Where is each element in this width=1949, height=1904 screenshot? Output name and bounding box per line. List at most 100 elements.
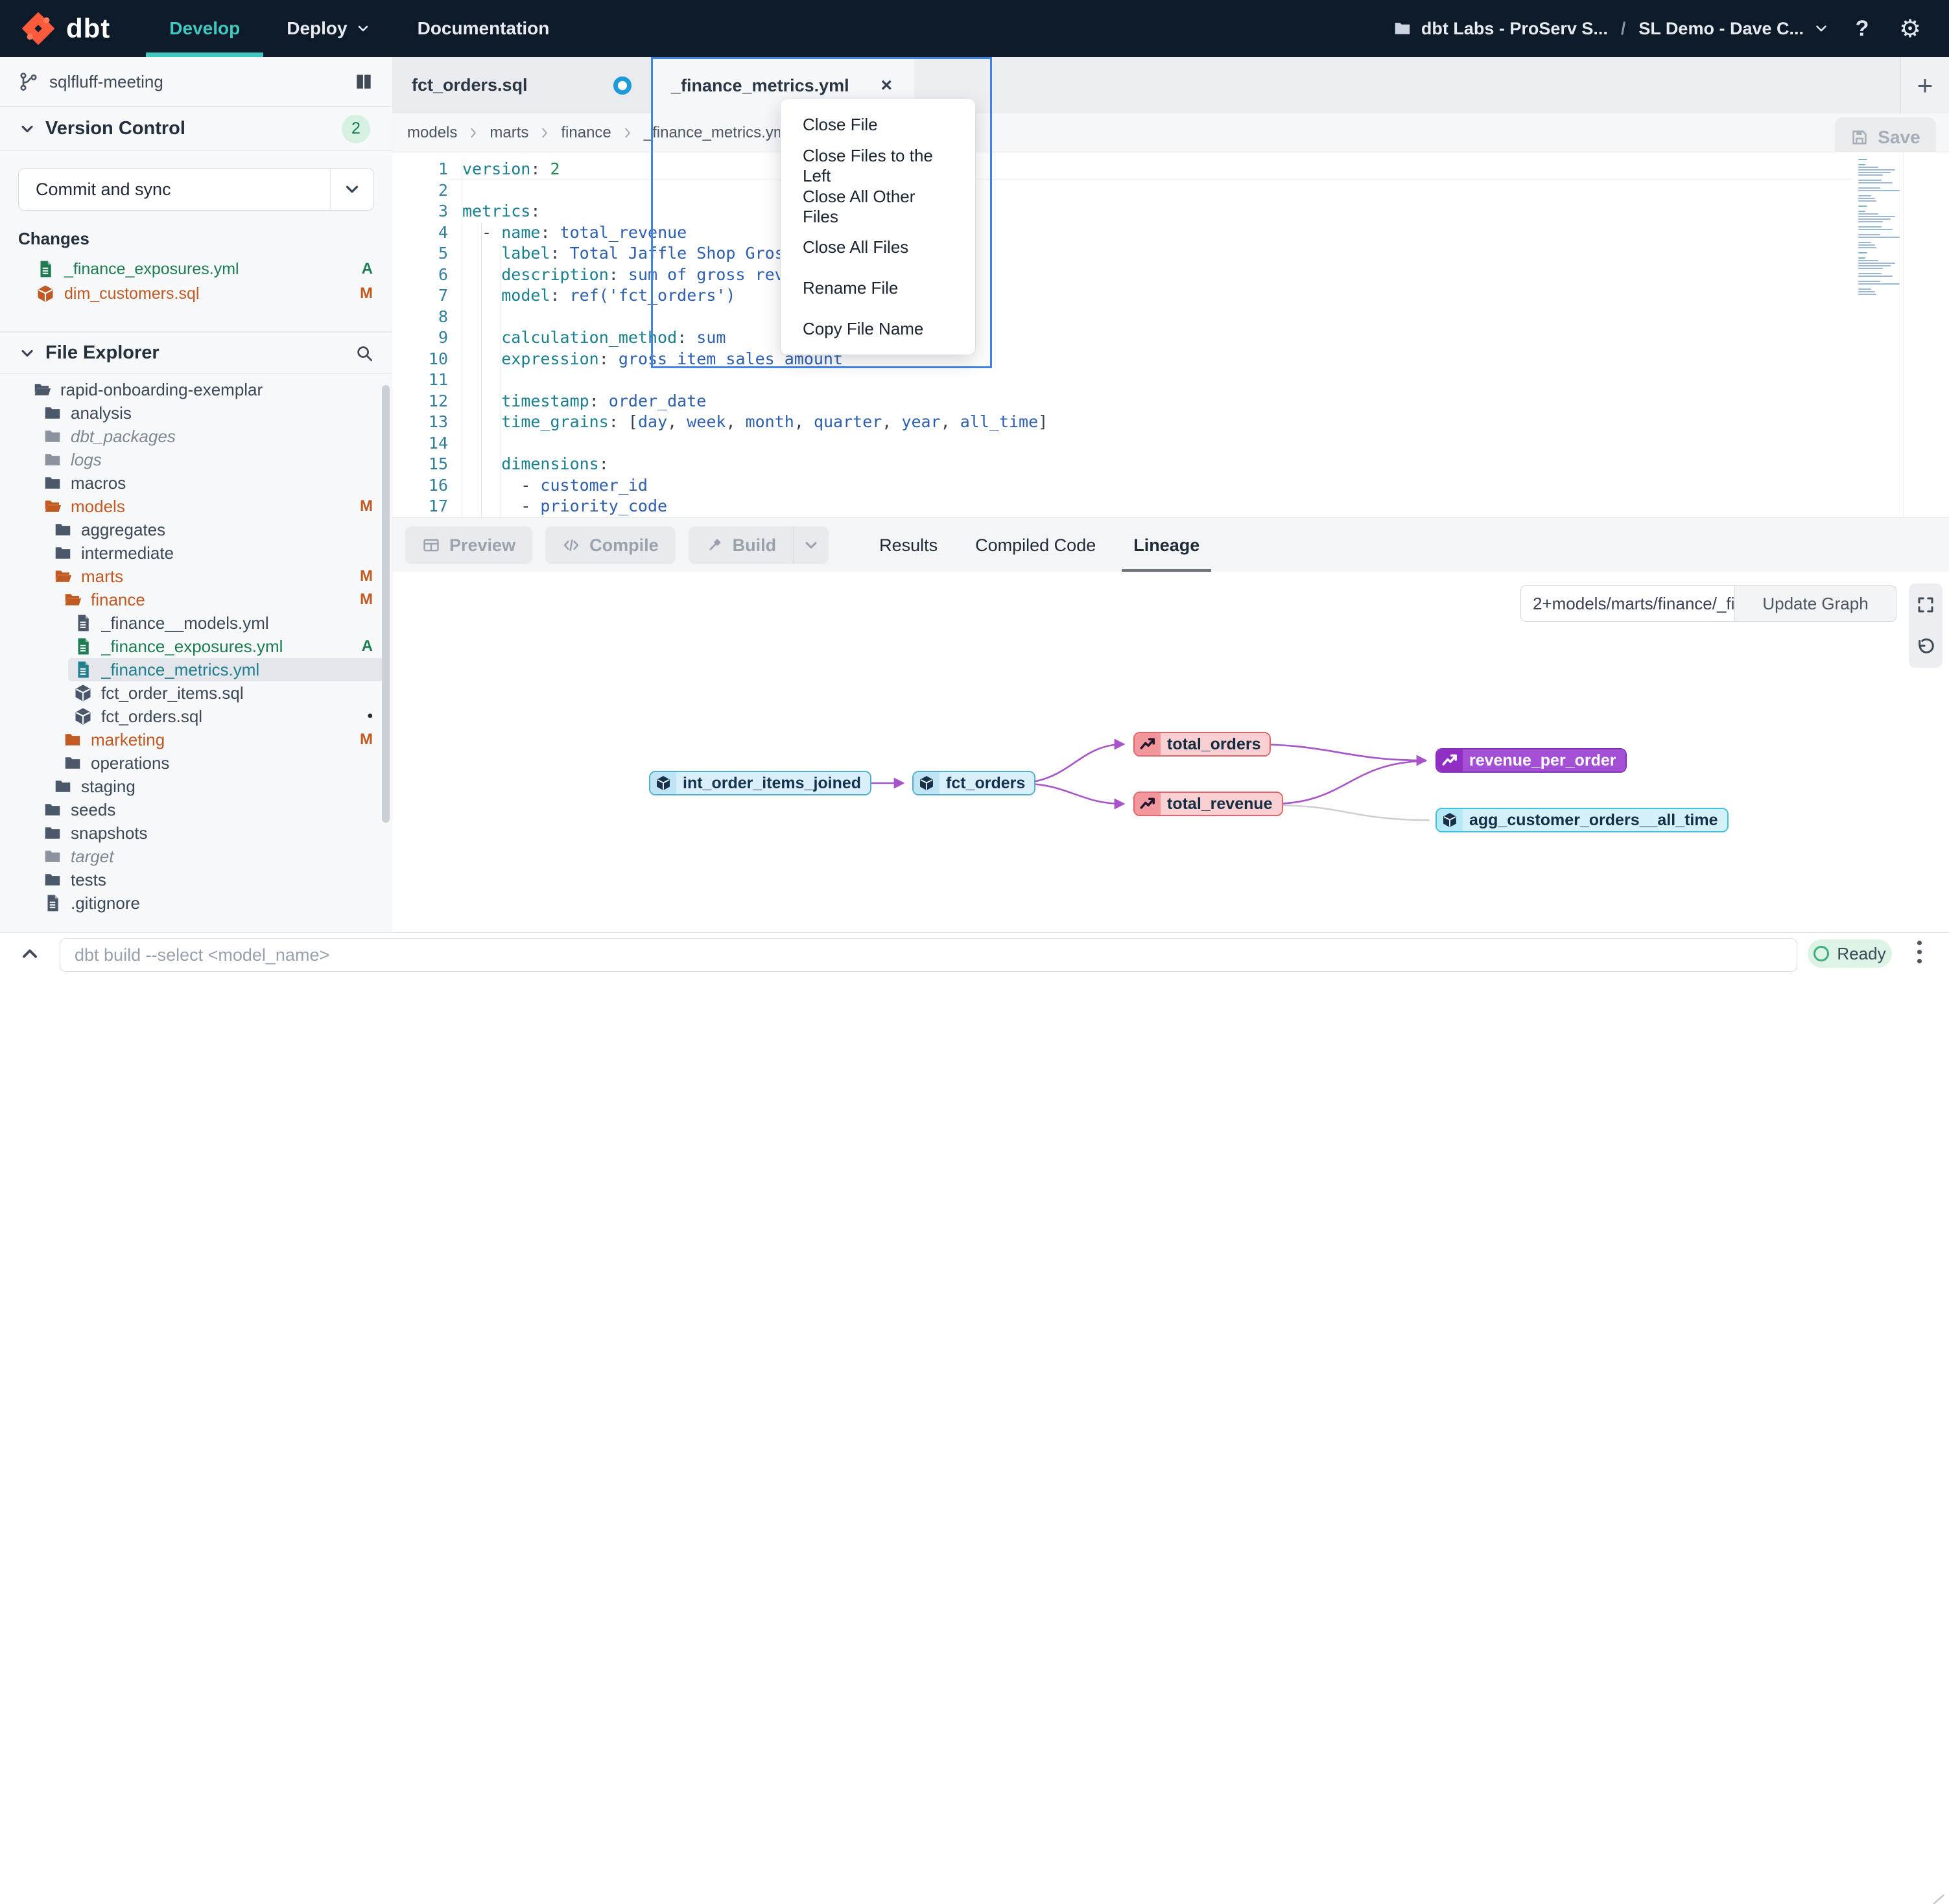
- changed-file-_finance_exposures.yml[interactable]: _finance_exposures.ymlA: [0, 257, 392, 281]
- tree-item-label: target: [71, 847, 373, 867]
- tree-item-_finance_exposures.yml[interactable]: _finance_exposures.ymlA: [0, 635, 392, 658]
- tab-fct-orders[interactable]: fct_orders.sql: [392, 57, 652, 113]
- fullscreen-icon[interactable]: [1916, 595, 1935, 615]
- code-line-6[interactable]: 6 description: sum of gross revenue: [392, 264, 1949, 286]
- tree-item-marts[interactable]: martsM: [0, 565, 392, 588]
- changed-file-dim_customers.sql[interactable]: dim_customers.sqlM: [0, 281, 392, 306]
- code-line-2[interactable]: 2: [392, 180, 1949, 202]
- lineage-node-total_revenue[interactable]: total_revenue: [1133, 792, 1283, 816]
- breadcrumb-item[interactable]: marts: [490, 124, 528, 142]
- tree-item-models[interactable]: modelsM: [0, 495, 392, 518]
- context-menu-item-close-all-other-files[interactable]: Close All Other Files: [781, 186, 975, 227]
- breadcrumb-item[interactable]: _finance_metrics.yml: [644, 124, 790, 142]
- lineage-node-total_orders[interactable]: total_orders: [1133, 732, 1271, 757]
- code-minimap[interactable]: [1858, 159, 1900, 299]
- code-line-10[interactable]: 10 expression: gross_item_sales_amount: [392, 349, 1949, 370]
- expand-panel-chevron-icon[interactable]: [18, 942, 41, 965]
- commit-and-sync-button[interactable]: Commit and sync: [18, 168, 374, 211]
- tree-item-staging[interactable]: staging: [0, 775, 392, 798]
- code-line-13[interactable]: 13 time_grains: [day, week, month, quart…: [392, 412, 1949, 433]
- breadcrumb-item[interactable]: finance: [561, 124, 611, 142]
- tree-item-snapshots[interactable]: snapshots: [0, 821, 392, 845]
- panel-tab-lineage[interactable]: Lineage: [1133, 518, 1199, 572]
- compile-button[interactable]: Compile: [545, 526, 676, 564]
- resize-handle[interactable]: [1932, 1894, 1945, 1904]
- update-graph-button[interactable]: Update Graph: [1734, 585, 1896, 622]
- lineage-canvas[interactable]: int_order_items_joined fct_orders total_or…: [392, 572, 1949, 932]
- code-line-14[interactable]: 14: [392, 433, 1949, 454]
- file-explorer-header[interactable]: File Explorer: [0, 332, 392, 374]
- context-menu-item-rename-file[interactable]: Rename File: [781, 268, 975, 309]
- tree-item-dbt_packages[interactable]: dbt_packages: [0, 425, 392, 448]
- lineage-node-fct_orders[interactable]: fct_orders: [912, 771, 1035, 795]
- hammer-icon: [705, 536, 724, 554]
- code-line-12[interactable]: 12 timestamp: order_date: [392, 391, 1949, 412]
- new-tab-button[interactable]: +: [1900, 57, 1949, 113]
- tree-item-_finance__models.yml[interactable]: _finance__models.yml: [0, 611, 392, 635]
- help-icon[interactable]: ?: [1847, 13, 1878, 44]
- reset-view-icon[interactable]: [1916, 637, 1935, 657]
- dbt-command-input[interactable]: dbt build --select <model_name>: [60, 938, 1797, 972]
- tree-item-rapid-onboarding-exemplar[interactable]: rapid-onboarding-exemplar: [0, 378, 392, 401]
- code-line-17[interactable]: 17 - priority_code: [392, 496, 1949, 517]
- close-tab-icon[interactable]: ×: [878, 75, 895, 97]
- code-line-8[interactable]: 8: [392, 307, 1949, 328]
- tree-item-intermediate[interactable]: intermediate: [0, 541, 392, 565]
- code-line-11[interactable]: 11: [392, 370, 1949, 391]
- tree-item-tests[interactable]: tests: [0, 868, 392, 891]
- tree-item-.gitignore[interactable]: .gitignore: [0, 891, 392, 915]
- context-menu-item-close-all-files[interactable]: Close All Files: [781, 227, 975, 268]
- search-icon[interactable]: [355, 344, 374, 363]
- tree-item-macros[interactable]: macros: [0, 471, 392, 495]
- code-line-1[interactable]: 1version: 2: [392, 159, 1949, 180]
- scrollbar-thumb[interactable]: [382, 385, 390, 823]
- account-switcher[interactable]: dbt Labs - ProServ S... / SL Demo - Dave…: [1393, 19, 1830, 39]
- build-button[interactable]: Build: [689, 526, 829, 564]
- code-line-7[interactable]: 7 model: ref('fct_orders'): [392, 285, 1949, 307]
- tree-item-aggregates[interactable]: aggregates: [0, 518, 392, 541]
- tree-item-logs[interactable]: logs: [0, 448, 392, 471]
- folder-icon: [63, 730, 82, 749]
- tree-item-target[interactable]: target: [0, 845, 392, 868]
- tree-item-analysis[interactable]: analysis: [0, 401, 392, 425]
- panel-tab-results[interactable]: Results: [879, 518, 938, 572]
- commit-options-chevron[interactable]: [330, 169, 373, 210]
- nav-documentation[interactable]: Documentation: [394, 0, 573, 57]
- tree-item-marketing[interactable]: marketingM: [0, 728, 392, 751]
- docs-book-icon[interactable]: [353, 71, 374, 92]
- tree-item-label: dbt_packages: [71, 427, 373, 447]
- code-line-5[interactable]: 5 label: Total Jaffle Shop Gross Revenue: [392, 243, 1949, 264]
- code-text: - name: total_revenue: [462, 222, 687, 244]
- preview-button[interactable]: Preview: [405, 526, 532, 564]
- overflow-menu-icon[interactable]: [1913, 938, 1926, 963]
- lineage-node-agg_customer_orders__all_time[interactable]: agg_customer_orders__all_time: [1435, 808, 1729, 832]
- code-editor[interactable]: 1version: 223metrics:4 - name: total_rev…: [392, 152, 1949, 517]
- code-line-15[interactable]: 15 dimensions:: [392, 454, 1949, 475]
- tree-item-finance[interactable]: financeM: [0, 588, 392, 611]
- code-line-9[interactable]: 9 calculation_method: sum: [392, 327, 1949, 349]
- lineage-filter-input[interactable]: 2+models/marts/finance/_fir: [1520, 585, 1734, 622]
- tree-item-_finance_metrics.yml[interactable]: _finance_metrics.yml: [68, 658, 383, 681]
- nav-develop[interactable]: Develop: [146, 0, 263, 57]
- version-control-header[interactable]: Version Control 2: [0, 107, 392, 151]
- settings-gear-icon[interactable]: ⚙: [1895, 13, 1926, 44]
- tree-item-fct_order_items.sql[interactable]: fct_order_items.sql: [0, 681, 392, 705]
- tree-item-seeds[interactable]: seeds: [0, 798, 392, 821]
- panel-tab-compiled-code[interactable]: Compiled Code: [975, 518, 1096, 572]
- code-line-4[interactable]: 4 - name: total_revenue: [392, 222, 1949, 244]
- lineage-node-revenue_per_order[interactable]: revenue_per_order: [1435, 748, 1627, 773]
- context-menu-item-close-files-to-the-left[interactable]: Close Files to the Left: [781, 145, 975, 186]
- tree-item-fct_orders.sql[interactable]: fct_orders.sql•: [0, 705, 392, 728]
- context-menu-item-copy-file-name[interactable]: Copy File Name: [781, 309, 975, 349]
- breadcrumb-item[interactable]: models: [407, 124, 457, 142]
- dbt-logo[interactable]: dbt: [0, 0, 146, 57]
- tree-item-label: fct_orders.sql: [101, 707, 359, 727]
- code-line-16[interactable]: 16 - customer_id: [392, 475, 1949, 497]
- nav-deploy[interactable]: Deploy: [263, 0, 394, 57]
- build-options-chevron[interactable]: [793, 526, 829, 564]
- context-menu-item-close-file[interactable]: Close File: [781, 104, 975, 145]
- save-button[interactable]: Save: [1835, 117, 1936, 158]
- code-line-3[interactable]: 3metrics:: [392, 201, 1949, 222]
- tree-item-operations[interactable]: operations: [0, 751, 392, 775]
- lineage-node-int_order_items_joined[interactable]: int_order_items_joined: [649, 771, 871, 795]
